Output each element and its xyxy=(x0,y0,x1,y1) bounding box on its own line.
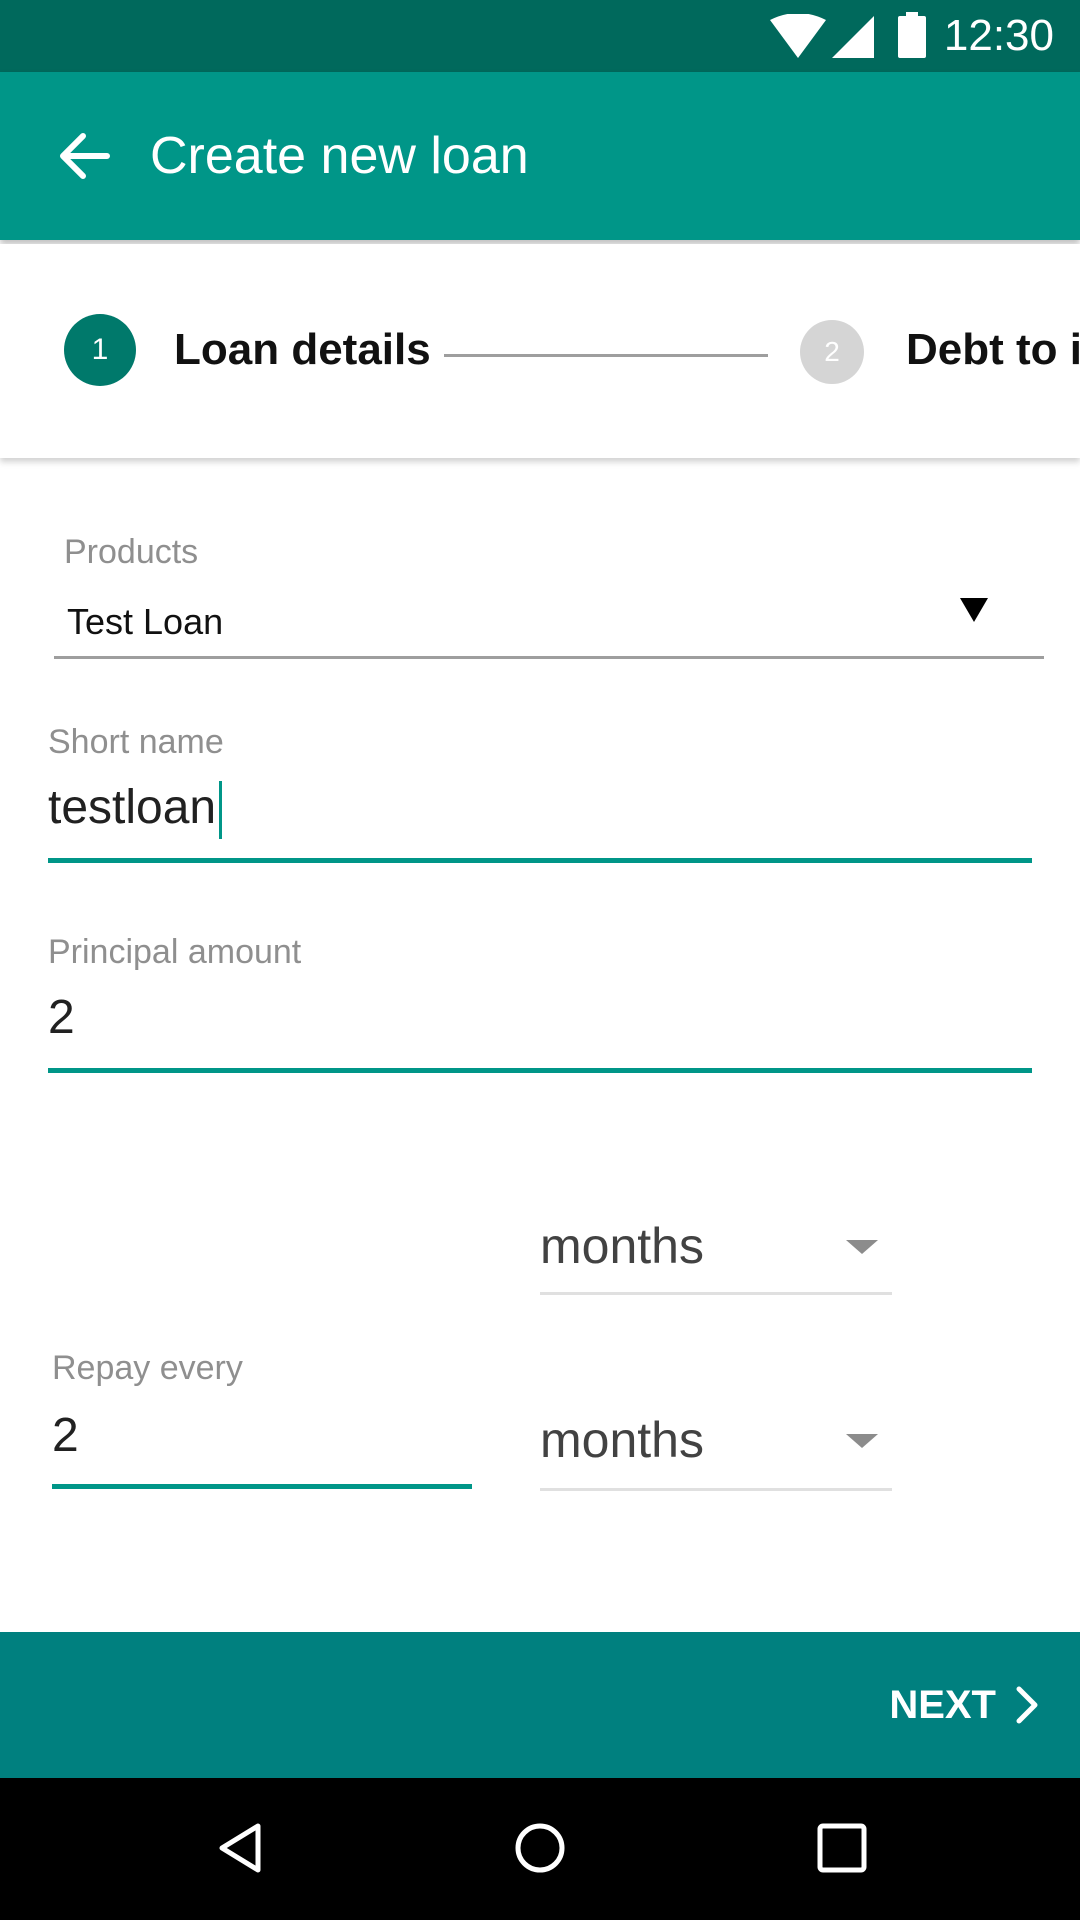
arrow-back-icon xyxy=(60,133,110,179)
system-nav-bar xyxy=(0,1778,1080,1920)
status-bar: 12:30 xyxy=(0,0,1080,72)
term-unit-select[interactable]: months xyxy=(540,1216,704,1276)
principal-amount-label: Principal amount xyxy=(48,933,302,971)
repay-every-input[interactable]: 2 xyxy=(52,1404,79,1468)
short-name-underline xyxy=(48,858,1032,863)
principal-amount-underline xyxy=(48,1068,1032,1073)
products-label: Products xyxy=(64,533,199,571)
nav-home-icon xyxy=(515,1823,565,1873)
repay-unit-select[interactable]: months xyxy=(540,1410,704,1470)
stepper: 1 Loan details 2 Debt to in xyxy=(0,244,1080,458)
step-connector xyxy=(444,354,768,357)
short-name-label: Short name xyxy=(48,723,224,761)
short-name-input[interactable]: testloan xyxy=(48,776,1028,840)
next-button[interactable]: NEXT xyxy=(889,1670,1040,1740)
principal-amount-input[interactable]: 2 xyxy=(48,986,75,1050)
repay-unit-dropdown-icon[interactable] xyxy=(846,1434,878,1448)
wifi-icon xyxy=(770,14,826,58)
products-select[interactable]: Test Loan xyxy=(67,600,223,644)
step-1-indicator: 1 xyxy=(64,314,136,386)
app-bar: Create new loan xyxy=(0,72,1080,240)
step-2-label: Debt to in xyxy=(906,325,1080,374)
nav-back-button[interactable] xyxy=(200,1808,280,1888)
next-button-label: NEXT xyxy=(889,1682,996,1727)
repay-every-label: Repay every xyxy=(52,1349,243,1387)
back-button[interactable] xyxy=(40,112,128,200)
dropdown-arrow-icon[interactable] xyxy=(954,590,994,630)
nav-back-icon xyxy=(219,1823,261,1873)
battery-icon xyxy=(898,12,926,58)
signal-icon xyxy=(832,16,874,58)
step-2-indicator: 2 xyxy=(800,320,864,384)
repay-every-underline xyxy=(52,1484,472,1489)
nav-home-button[interactable] xyxy=(500,1808,580,1888)
term-unit-underline xyxy=(540,1292,892,1295)
term-unit-dropdown-icon[interactable] xyxy=(846,1240,878,1254)
step-1-label: Loan details xyxy=(174,325,431,374)
text-caret xyxy=(219,781,223,840)
status-time: 12:30 xyxy=(943,11,1054,60)
nav-recents-icon xyxy=(817,1823,867,1873)
page-title: Create new loan xyxy=(150,127,529,185)
short-name-value: testloan xyxy=(48,781,217,834)
chevron-right-icon xyxy=(1016,1686,1038,1724)
nav-recents-button[interactable] xyxy=(802,1808,882,1888)
repay-unit-underline xyxy=(540,1488,892,1491)
products-underline xyxy=(54,656,1044,659)
bottom-action-bar: NEXT xyxy=(0,1632,1080,1778)
